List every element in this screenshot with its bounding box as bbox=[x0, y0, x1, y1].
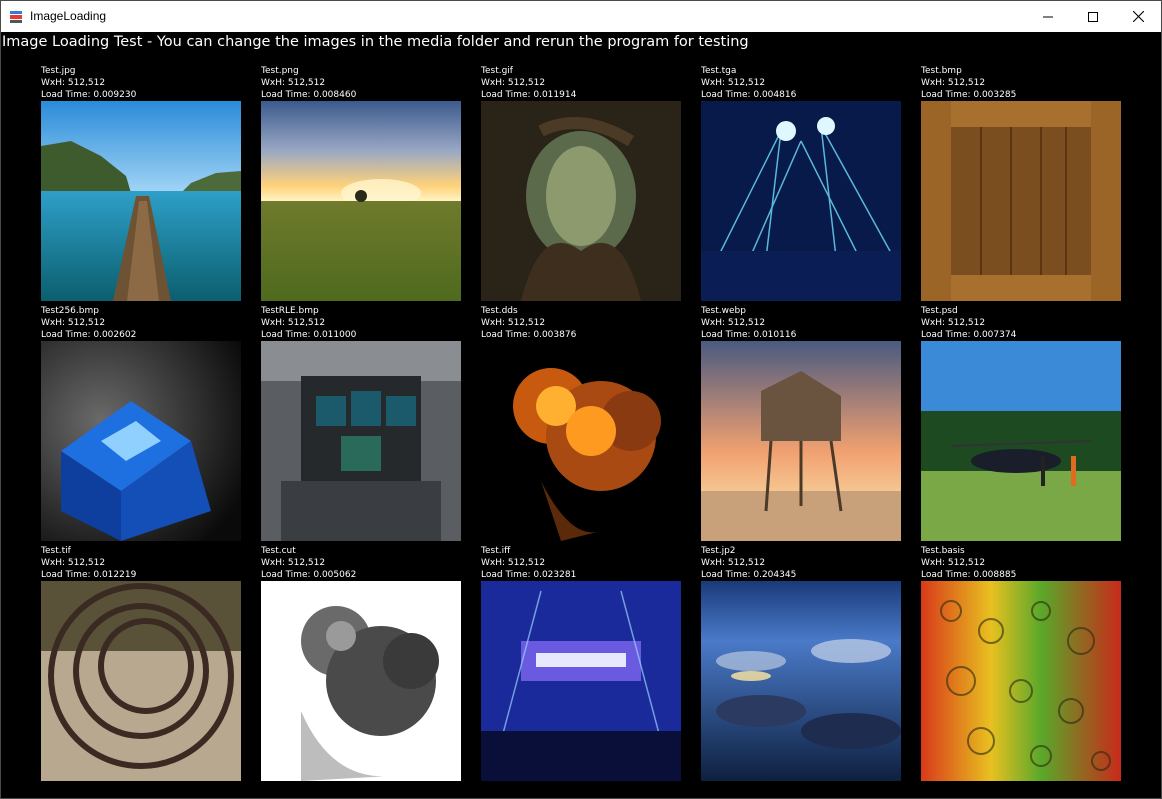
image-load-time: Load Time: 0.003285 bbox=[921, 90, 1017, 100]
image-size: WxH: 512,512 bbox=[701, 318, 766, 328]
explosion-image bbox=[481, 341, 681, 541]
image-tile-webp: Test.webp WxH: 512,512 Load Time: 0.0101… bbox=[701, 305, 901, 541]
image-size: WxH: 512,512 bbox=[481, 78, 546, 88]
image-name: Test.png bbox=[261, 66, 299, 76]
image-size: WxH: 512,512 bbox=[921, 318, 986, 328]
image-name: Test.tga bbox=[701, 66, 737, 76]
blue-cube-render bbox=[41, 341, 241, 541]
wooden-crate-texture bbox=[921, 101, 1121, 301]
image-load-time: Load Time: 0.010116 bbox=[701, 330, 797, 340]
image-load-time: Load Time: 0.005062 bbox=[261, 570, 357, 580]
club-stage-photo bbox=[481, 581, 681, 781]
image-size: WxH: 512,512 bbox=[261, 558, 326, 568]
metal-rings-photo bbox=[41, 581, 241, 781]
image-name: Test.gif bbox=[481, 66, 513, 76]
image-size: WxH: 512,512 bbox=[41, 558, 106, 568]
image-load-time: Load Time: 0.008460 bbox=[261, 90, 357, 100]
title-bar[interactable]: ImageLoading bbox=[1, 1, 1161, 32]
image-name: Test.webp bbox=[701, 306, 746, 316]
image-tile-jp2: Test.jp2 WxH: 512,512 Load Time: 0.20434… bbox=[701, 545, 901, 781]
image-size: WxH: 512,512 bbox=[481, 558, 546, 568]
maximize-icon bbox=[1088, 11, 1098, 22]
image-load-time: Load Time: 0.003876 bbox=[481, 330, 577, 340]
close-button[interactable] bbox=[1115, 1, 1161, 32]
image-tile-gif: Test.gif WxH: 512,512 Load Time: 0.01191… bbox=[481, 65, 681, 301]
image-tile-tif: Test.tif WxH: 512,512 Load Time: 0.01221… bbox=[41, 545, 241, 781]
laser-concert-photo bbox=[701, 101, 901, 301]
image-name: Test.basis bbox=[921, 546, 965, 556]
grayscale-explosion-image bbox=[261, 581, 461, 781]
image-size: WxH: 512,512 bbox=[921, 558, 986, 568]
image-load-time: Load Time: 0.004816 bbox=[701, 90, 797, 100]
image-tile-cut: Test.cut WxH: 512,512 Load Time: 0.00506… bbox=[261, 545, 461, 781]
page-heading: Image Loading Test - You can change the … bbox=[2, 34, 749, 50]
image-tile-rle: TestRLE.bmp WxH: 512,512 Load Time: 0.01… bbox=[261, 305, 461, 541]
image-load-time: Load Time: 0.007374 bbox=[921, 330, 1017, 340]
image-tile-basis: Test.basis WxH: 512,512 Load Time: 0.008… bbox=[921, 545, 1121, 781]
image-load-time: Load Time: 0.023281 bbox=[481, 570, 577, 580]
image-load-time: Load Time: 0.008885 bbox=[921, 570, 1017, 580]
maximize-button[interactable] bbox=[1070, 1, 1116, 32]
image-size: WxH: 512,512 bbox=[701, 558, 766, 568]
window-title: ImageLoading bbox=[30, 9, 107, 23]
image-name: TestRLE.bmp bbox=[261, 306, 319, 316]
image-name: Test.bmp bbox=[921, 66, 962, 76]
image-size: WxH: 512,512 bbox=[921, 78, 986, 88]
image-name: Test.dds bbox=[481, 306, 518, 316]
forest-cave-photo bbox=[481, 101, 681, 301]
image-name: Test.iff bbox=[481, 546, 511, 556]
image-name: Test.jp2 bbox=[701, 546, 736, 556]
cockpit-photo bbox=[261, 341, 461, 541]
image-load-time: Load Time: 0.011914 bbox=[481, 90, 577, 100]
image-tile-bmp256: Test256.bmp WxH: 512,512 Load Time: 0.00… bbox=[41, 305, 241, 541]
image-load-time: Load Time: 0.009230 bbox=[41, 90, 137, 100]
image-tile-jpg: Test.jpg WxH: 512,512 Load Time: 0.00923… bbox=[41, 65, 241, 301]
minimize-icon bbox=[1043, 16, 1053, 17]
image-load-time: Load Time: 0.204345 bbox=[701, 570, 797, 580]
image-size: WxH: 512,512 bbox=[261, 78, 326, 88]
image-name: Test.psd bbox=[921, 306, 958, 316]
image-size: WxH: 512,512 bbox=[41, 78, 106, 88]
image-tile-png: Test.png WxH: 512,512 Load Time: 0.00846… bbox=[261, 65, 461, 301]
image-load-time: Load Time: 0.002602 bbox=[41, 330, 137, 340]
image-tile-bmp: Test.bmp WxH: 512,512 Load Time: 0.00328… bbox=[921, 65, 1121, 301]
stilt-house-photo bbox=[701, 341, 901, 541]
image-load-time: Load Time: 0.012219 bbox=[41, 570, 137, 580]
image-tile-tga: Test.tga WxH: 512,512 Load Time: 0.00481… bbox=[701, 65, 901, 301]
image-size: WxH: 512,512 bbox=[261, 318, 326, 328]
pier-lake-photo bbox=[41, 101, 241, 301]
image-tile-iff: Test.iff WxH: 512,512 Load Time: 0.02328… bbox=[481, 545, 681, 781]
image-name: Test256.bmp bbox=[41, 306, 99, 316]
helicopter-photo bbox=[921, 341, 1121, 541]
close-icon bbox=[1132, 11, 1144, 22]
image-name: Test.cut bbox=[261, 546, 296, 556]
image-tile-dds: Test.dds WxH: 512,512 Load Time: 0.00387… bbox=[481, 305, 681, 541]
image-load-time: Load Time: 0.011000 bbox=[261, 330, 357, 340]
image-name: Test.jpg bbox=[41, 66, 76, 76]
image-size: WxH: 512,512 bbox=[41, 318, 106, 328]
app-window: ImageLoading Image Loading Test - You ca… bbox=[0, 0, 1162, 799]
image-tile-psd: Test.psd WxH: 512,512 Load Time: 0.00737… bbox=[921, 305, 1121, 541]
minimize-button[interactable] bbox=[1025, 1, 1071, 32]
image-size: WxH: 512,512 bbox=[701, 78, 766, 88]
app-icon bbox=[9, 9, 23, 24]
aerial-clouds-photo bbox=[701, 581, 901, 781]
image-size: WxH: 512,512 bbox=[481, 318, 546, 328]
image-name: Test.tif bbox=[41, 546, 71, 556]
water-drops-photo bbox=[921, 581, 1121, 781]
sunset-field-photo bbox=[261, 101, 461, 301]
